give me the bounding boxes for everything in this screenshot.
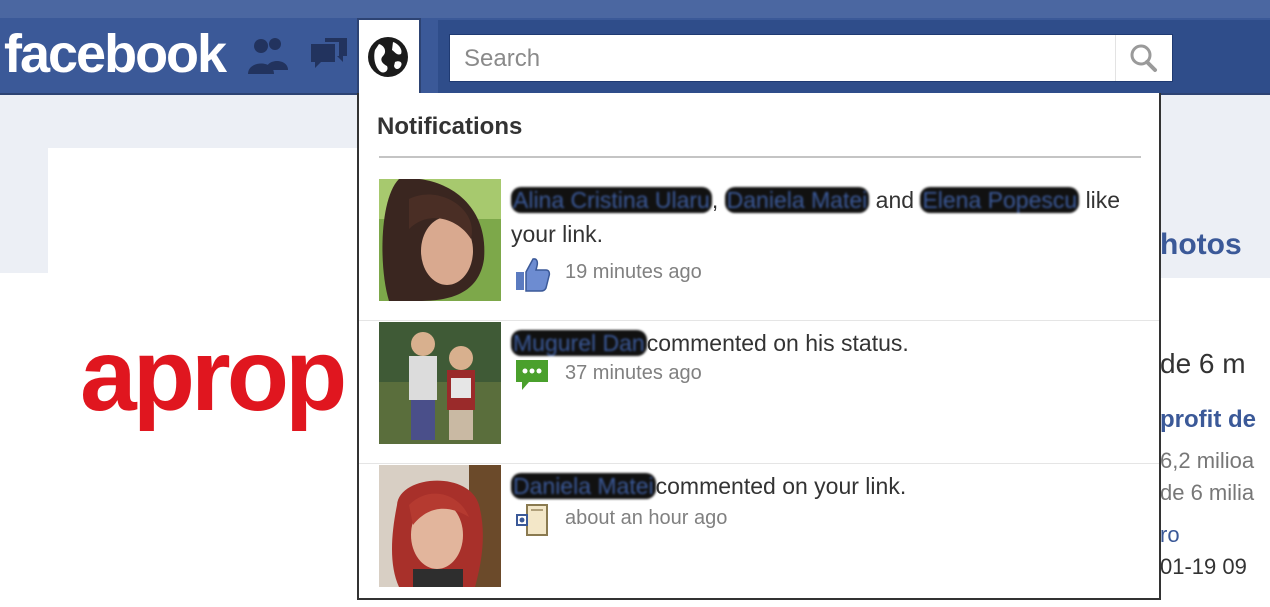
notification-text: Daniela Mateicommented on your link. <box>511 469 1141 503</box>
messages-icon[interactable] <box>305 30 351 80</box>
timestamp[interactable]: 19 minutes ago <box>565 261 702 284</box>
friend-requests-icon[interactable] <box>244 30 290 80</box>
notification-item[interactable]: Daniela Mateicommented on your link. abo… <box>359 465 1159 607</box>
notifications-dropdown: Notifications Alina Cristina Ularu, Dani… <box>357 93 1161 600</box>
right-text-fragment: 6,2 milioa <box>1160 448 1255 473</box>
topbar-stripe <box>0 0 1270 18</box>
like-icon <box>513 255 551 293</box>
user-name-link[interactable]: Daniela Matei <box>724 187 870 213</box>
photos-tab-fragment[interactable]: hotos <box>1160 228 1242 262</box>
right-text-fragment: 01-19 09 <box>1160 554 1247 579</box>
right-link-fragment[interactable]: ro <box>1160 522 1180 548</box>
search-input[interactable]: Search <box>449 34 1173 82</box>
link-comment-icon <box>513 501 551 539</box>
avatar[interactable] <box>379 465 501 587</box>
search-button[interactable] <box>1115 35 1172 81</box>
facebook-logo[interactable]: facebook <box>4 22 227 86</box>
user-name-link[interactable]: Alina Cristina Ularu <box>511 187 712 213</box>
globe-icon <box>365 34 411 80</box>
notification-item[interactable]: Alina Cristina Ularu, Daniela Matei and … <box>359 179 1159 321</box>
right-text-fragment: de 6 milia <box>1160 480 1255 505</box>
notifications-jewel[interactable] <box>357 18 421 98</box>
avatar[interactable] <box>379 179 501 301</box>
notification-message: commented on his status. <box>646 330 909 356</box>
notifications-title: Notifications <box>377 113 523 140</box>
divider <box>379 156 1141 158</box>
notification-item[interactable]: Mugurel Dancommented on his status. 37 m… <box>359 322 1159 464</box>
separator: , <box>711 187 719 213</box>
comment-icon <box>513 356 551 394</box>
timestamp[interactable]: 37 minutes ago <box>565 362 702 385</box>
notification-text: Mugurel Dancommented on his status. <box>511 326 1141 360</box>
page-cover-area <box>48 148 358 273</box>
user-name-link[interactable]: Mugurel Dan <box>511 330 647 356</box>
right-text-fragment: de 6 m <box>1160 348 1246 379</box>
timestamp[interactable]: about an hour ago <box>565 507 727 530</box>
search-icon <box>1130 44 1157 72</box>
notification-text: Alina Cristina Ularu, Daniela Matei and … <box>511 183 1141 251</box>
search-placeholder: Search <box>464 45 541 72</box>
conjunction: and <box>875 187 915 213</box>
user-name-link[interactable]: Daniela Matei <box>511 473 656 499</box>
avatar[interactable] <box>379 322 501 444</box>
right-link-fragment[interactable]: profit de <box>1160 406 1256 434</box>
aprop-logo: aprop <box>80 318 347 432</box>
notification-message: commented on your link. <box>655 473 907 499</box>
user-name-link[interactable]: Elena Popescu <box>920 187 1080 213</box>
